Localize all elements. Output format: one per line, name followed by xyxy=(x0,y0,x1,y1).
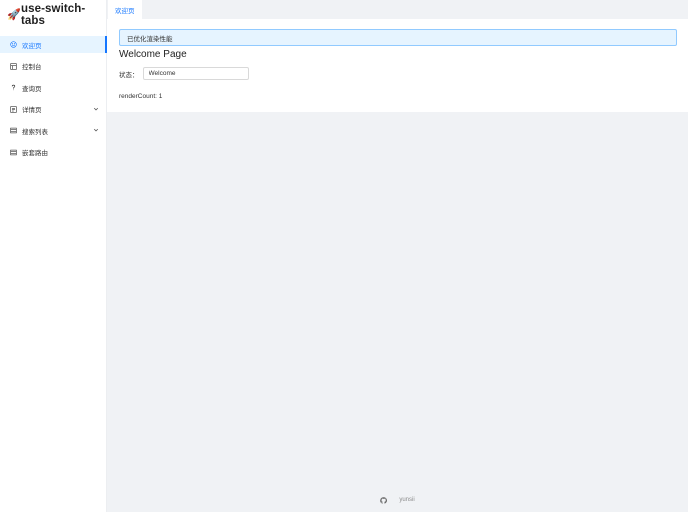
tab-bar: 欢迎页 xyxy=(107,0,688,19)
tab-welcome[interactable]: 欢迎页 xyxy=(108,0,142,19)
question-icon xyxy=(10,84,17,91)
sidebar-item-label: 详情页 xyxy=(22,107,42,115)
sidebar-item-search-list[interactable]: 搜索列表 xyxy=(0,122,107,139)
page-content: 已优化渲染性能 Welcome Page 状态： renderCount: 1 xyxy=(107,19,688,112)
status-input[interactable] xyxy=(142,67,249,80)
rocket-icon: 🚀 xyxy=(7,9,21,21)
app-logo[interactable]: 🚀 use-switch-tabs xyxy=(7,3,106,27)
sidebar-item-label: 搜索列表 xyxy=(22,128,48,136)
sidebar-item-label: 查询页 xyxy=(22,85,42,93)
sidebar-item-dashboard[interactable]: 控制台 xyxy=(0,58,107,75)
smile-icon xyxy=(10,41,17,48)
tab-label: 欢迎页 xyxy=(115,7,135,15)
alert-text: 已优化渲染性能 xyxy=(127,35,173,43)
profile-icon xyxy=(10,106,17,113)
footer: yunsii xyxy=(107,493,688,507)
sidebar-item-query[interactable]: 查询页 xyxy=(0,79,107,96)
chevron-down-icon xyxy=(93,127,99,133)
render-count: renderCount: 1 xyxy=(119,93,163,100)
footer-author[interactable]: yunsii xyxy=(399,497,414,503)
sidebar-item-label: 欢迎页 xyxy=(22,42,42,50)
app-title: use-switch-tabs xyxy=(21,3,86,27)
sidebar-item-detail[interactable]: 详情页 xyxy=(0,101,107,118)
table-icon xyxy=(10,149,17,156)
table-icon xyxy=(10,127,17,134)
page-title: Welcome Page xyxy=(119,49,187,60)
github-icon[interactable] xyxy=(380,496,388,504)
status-label: 状态： xyxy=(119,71,139,79)
sidebar-item-label: 嵌套路由 xyxy=(22,150,48,158)
sidebar-item-welcome[interactable]: 欢迎页 xyxy=(0,36,107,53)
chevron-down-icon xyxy=(93,106,99,112)
sidebar-item-label: 控制台 xyxy=(22,64,42,72)
dashboard-icon xyxy=(10,62,17,70)
status-row: 状态： xyxy=(119,67,249,80)
sidebar-menu: 欢迎页 控制台 查询页 详情页 搜索列表 嵌套路由 xyxy=(0,36,107,166)
info-alert: 已优化渲染性能 xyxy=(119,29,677,46)
sidebar: 🚀 use-switch-tabs 欢迎页 控制台 查询页 详情页 搜索列表 嵌… xyxy=(0,0,107,512)
sidebar-item-nested-route[interactable]: 嵌套路由 xyxy=(0,144,107,161)
